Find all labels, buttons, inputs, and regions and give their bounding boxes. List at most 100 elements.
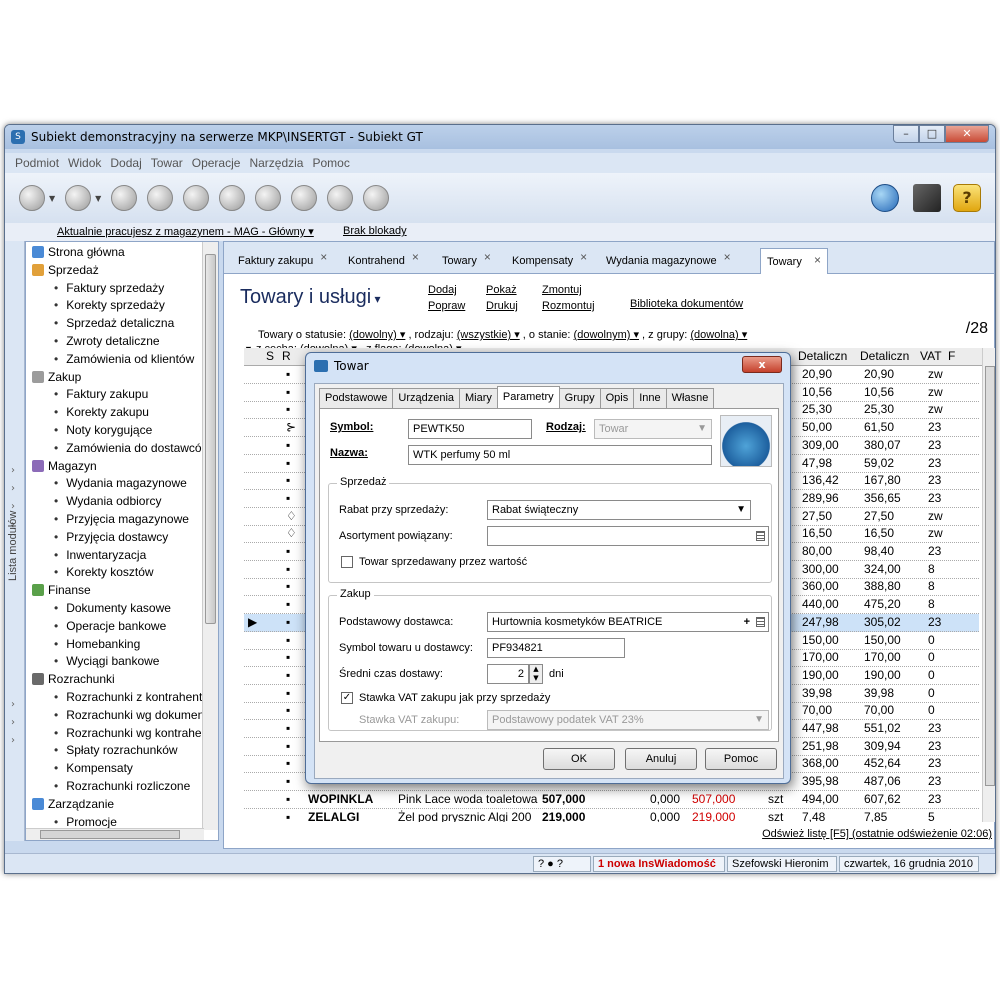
tree-item[interactable]: Operacje bankowe [54,618,166,636]
cube-icon[interactable] [913,184,941,212]
tree-item[interactable]: Faktury sprzedaży [54,280,164,298]
col-detaliczna-brutto[interactable]: Detaliczn [860,349,909,363]
tab-kompensaty[interactable]: Kompensaty × [506,248,587,274]
document-library-link[interactable]: Biblioteka dokumentów [630,298,743,310]
close-icon[interactable]: × [580,244,587,270]
tree-group[interactable]: Sprzedaż [32,262,99,280]
type-filter[interactable]: (wszystkie) ▾ [457,329,520,341]
symbol-input[interactable]: PEWTK50 [408,419,532,439]
scissors-icon[interactable] [183,185,210,211]
menu-widok[interactable]: Widok [68,156,101,170]
tab-opis[interactable]: Opis [599,388,635,408]
refresh-link[interactable]: Odśwież listę [F5] (ostatnie odświeżenie… [762,828,992,840]
tree-group[interactable]: Finanse [32,582,91,600]
tab-grupy[interactable]: Grupy [558,388,601,408]
tab-wlasne[interactable]: Własne [665,388,715,408]
table-row[interactable]: ▪ ZELALGI Żel pod prysznic Algi 200 219,000… [244,809,979,823]
user-icon[interactable] [363,185,390,211]
minimize-button[interactable]: – [893,125,919,143]
tree-item[interactable]: Faktury zakupu [54,386,148,404]
dropdown-arrow-icon[interactable]: ▼ [49,194,55,203]
supplier-input[interactable]: Hurtownia kosmetyków BEATRICE + [487,612,769,632]
col-detaliczna-netto[interactable]: Detaliczn [798,349,847,363]
tree-item[interactable]: Spłaty rozrachunków [54,742,177,760]
chevron-right-icon[interactable]: › [11,465,15,476]
related-assortment-input[interactable] [487,526,769,546]
menu-pomoc[interactable]: Pomoc [312,156,349,170]
tree-item[interactable]: Rozrachunki wg kontraher [54,725,204,743]
name-input[interactable]: WTK perfumy 50 ml [408,445,712,465]
tree-item[interactable]: Rozrachunki rozliczone [54,778,190,796]
close-icon[interactable]: × [724,244,731,270]
tree-item[interactable]: Inwentaryzacja [54,547,146,565]
globe-icon[interactable] [871,184,899,212]
tree-item[interactable]: Homebanking [54,636,140,654]
supplier-symbol-input[interactable]: PF934821 [487,638,625,658]
add-icon[interactable]: + [744,613,750,631]
add-link[interactable]: Dodaj [428,284,457,296]
tree-group[interactable]: Zarządzanie [32,796,114,814]
grid-scrollbar[interactable] [982,348,995,822]
purchase-vat-select[interactable]: Podstawowy podatek VAT 23% ▼ [487,710,769,730]
tab-urzadzenia[interactable]: Urządzenia [392,388,461,408]
table-row[interactable]: ▪ WOPINKLA Pink Lace woda toaletowa 507,000… [244,791,979,809]
status-filter[interactable]: (dowolny) ▾ [349,329,405,341]
tab-kontrahend[interactable]: Kontrahend × [342,248,419,274]
tab-wydania-magazynowe[interactable]: Wydania magazynowe × [600,248,731,274]
tree-group[interactable]: Magazyn [32,458,97,476]
list-icon[interactable] [756,617,765,627]
tree-item[interactable]: Przyjęcia magazynowe [54,511,189,529]
dialog-titlebar[interactable]: Towar x [306,353,790,379]
tree-item[interactable]: Kompensaty [54,760,133,778]
delivery-time-input[interactable]: 2 [487,664,529,684]
tree-item[interactable]: Sprzedaż detaliczna [54,315,174,333]
tab-towary-active[interactable]: Towary × [760,248,828,274]
close-icon[interactable]: × [814,247,821,273]
tree-item[interactable]: Korekty zakupu [54,404,149,422]
maximize-button[interactable]: □ [919,125,945,143]
delivery-time-stepper[interactable]: ▲ ▼ [529,664,543,684]
receive-icon[interactable] [65,185,92,211]
tree-item[interactable]: Rozrachunki z kontrahente [54,689,204,707]
menu-operacje[interactable]: Operacje [192,156,241,170]
vat-same-checkbox[interactable]: ✓ [341,692,353,704]
menu-narzedzia[interactable]: Narzędzia [249,156,303,170]
tree-group[interactable]: Zakup [32,369,81,387]
list-icon[interactable] [756,531,765,541]
close-icon[interactable]: × [320,244,327,270]
tab-podstawowe[interactable]: Podstawowe [319,388,394,408]
tab-parametry[interactable]: Parametry [496,386,560,408]
col-vat[interactable]: VAT [920,349,942,363]
tree-item[interactable]: Wydania odbiorcy [54,493,161,511]
type-select[interactable]: Towar ▼ [594,419,712,439]
help-button[interactable]: Pomoc [705,748,777,770]
dialog-close-button[interactable]: x [742,356,782,373]
print-link[interactable]: Drukuj [486,300,518,312]
disassemble-link[interactable]: Rozmontuj [542,300,595,312]
tree-item[interactable]: Korekty kosztów [54,564,153,582]
tab-inne[interactable]: Inne [633,388,667,408]
tree-item[interactable]: Przyjęcia dostawcy [54,529,168,547]
help-icon[interactable]: ? [953,184,981,212]
edit-link[interactable]: Popraw [428,300,465,312]
ok-button[interactable]: OK [543,748,615,770]
discount-select[interactable]: Rabat świąteczny▼+ [487,500,751,520]
tree-item[interactable]: Rozrachunki wg dokumen [54,707,204,725]
show-link[interactable]: Pokaż [486,284,517,296]
tab-faktury-zakupu[interactable]: Faktury zakupu × [232,248,327,274]
tab-towary[interactable]: Towary × [436,248,491,274]
tree-group[interactable]: Rozrachunki [32,671,115,689]
chevron-right-icon[interactable]: › [11,483,15,494]
tree-scrollbar[interactable] [202,242,218,830]
group-filter[interactable]: (dowolna) ▾ [690,329,747,341]
tree-item[interactable]: Wyciągi bankowe [54,653,159,671]
chevron-right-icon[interactable]: › [11,717,15,728]
sold-by-value-checkbox[interactable] [341,556,353,568]
transfer-icon[interactable] [327,185,354,211]
tree-item[interactable]: Noty korygujące [54,422,152,440]
close-icon[interactable]: × [412,244,419,270]
close-icon[interactable]: × [484,244,491,270]
link-icon[interactable] [219,185,246,211]
new-message-notice[interactable]: 1 nowa InsWiadomość [593,856,725,872]
copy-icon[interactable] [255,185,282,211]
